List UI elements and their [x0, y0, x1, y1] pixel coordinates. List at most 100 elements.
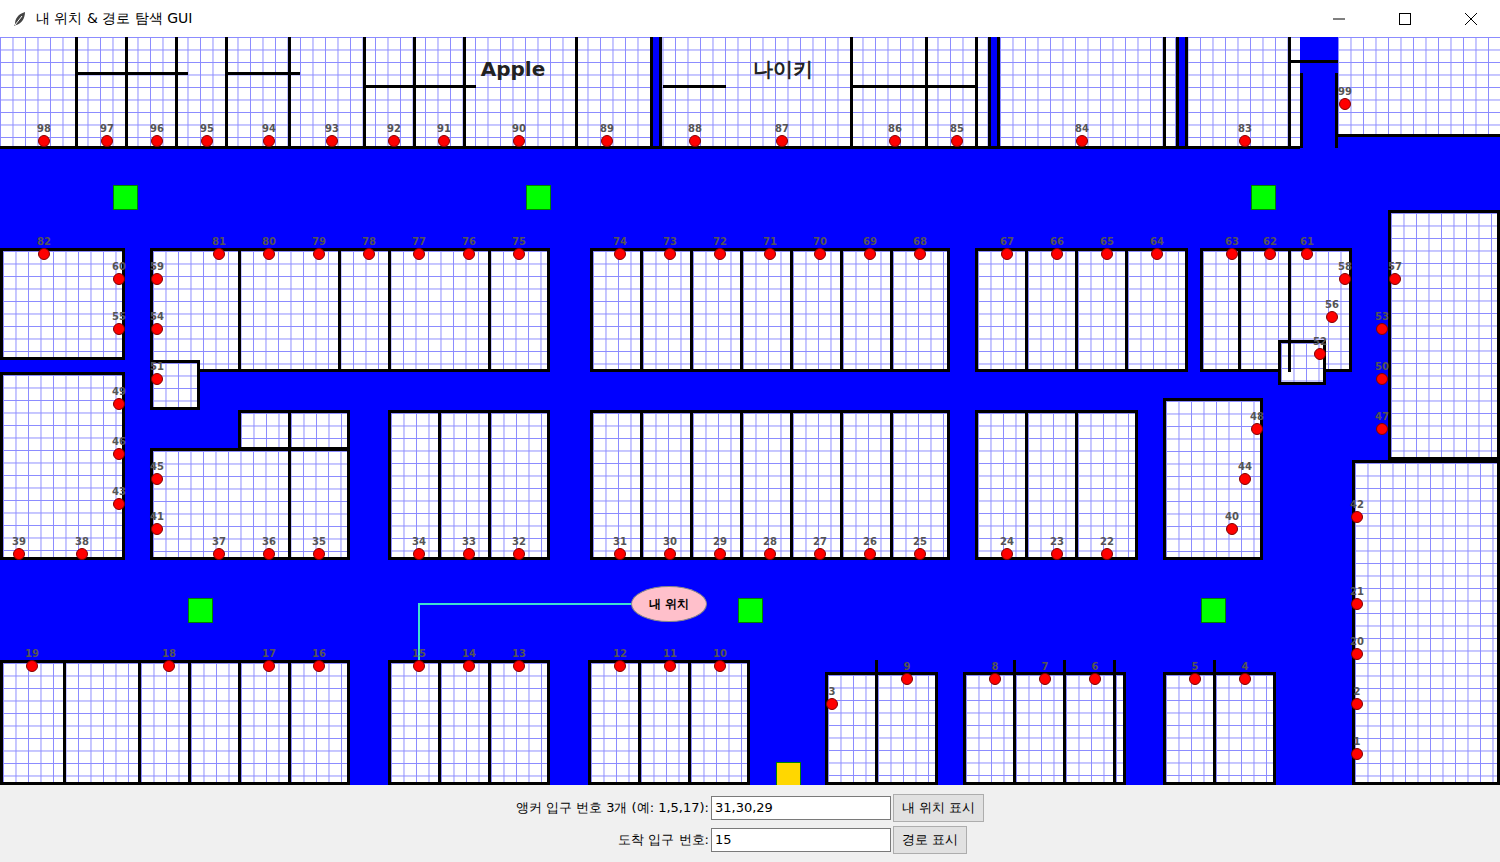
- locate-button[interactable]: 내 위치 표시: [893, 794, 984, 822]
- wall: [840, 410, 843, 560]
- entrance-label: 24: [1000, 536, 1014, 547]
- entrance-label: 83: [1238, 123, 1252, 134]
- anchor-input[interactable]: [711, 796, 891, 820]
- map-canvas[interactable]: Apple나이키12345678910111213141516171819202…: [0, 37, 1500, 785]
- entrance-label: 88: [688, 123, 702, 134]
- wall: [575, 37, 578, 148]
- wall: [388, 248, 391, 372]
- entrance-pin: [1001, 548, 1013, 560]
- wall: [890, 410, 893, 560]
- wall: [488, 660, 491, 785]
- store-block: [588, 660, 750, 785]
- destination-label: 도착 입구 번호:: [516, 830, 709, 850]
- entrance-label: 53: [1375, 311, 1389, 322]
- entrance-pin: [1051, 548, 1063, 560]
- entrance-pin: [1351, 698, 1363, 710]
- store-block: [388, 660, 550, 785]
- route-path: [0, 37, 1500, 785]
- destination-input[interactable]: [711, 828, 891, 852]
- entrance-pin: [513, 660, 525, 672]
- entrance-pin: [1351, 511, 1363, 523]
- entrance-label: 43: [112, 486, 126, 497]
- entrance-label: 40: [1225, 511, 1239, 522]
- entrance-label: 59: [150, 261, 164, 272]
- entrance-label: 23: [1050, 536, 1064, 547]
- entrance-label: 66: [1050, 236, 1064, 247]
- entrance-label: 58: [1338, 261, 1352, 272]
- entrance-label: 36: [262, 536, 276, 547]
- entrance-pin: [1239, 673, 1251, 685]
- wall: [438, 410, 441, 560]
- entrance-label: 57: [1388, 261, 1402, 272]
- entrance-label: 51: [150, 361, 164, 372]
- entrance-label: 67: [1000, 236, 1014, 247]
- wall: [1288, 60, 1338, 63]
- entrance-pin: [714, 248, 726, 260]
- entrance-label: 47: [1375, 411, 1389, 422]
- wall: [840, 248, 843, 372]
- entrance-pin: [26, 660, 38, 672]
- minimize-icon: [1333, 13, 1345, 25]
- entrance-pin: [614, 248, 626, 260]
- feather-icon: [12, 11, 28, 27]
- wall: [1113, 660, 1116, 785]
- entrance-pin: [1326, 311, 1338, 323]
- entrance-pin: [438, 135, 450, 147]
- wall: [850, 85, 975, 88]
- entrance-pin: [1226, 523, 1238, 535]
- entrance-pin: [213, 548, 225, 560]
- entrance-pin: [1101, 548, 1113, 560]
- entrance-label: 25: [913, 536, 927, 547]
- entrance-label: 74: [613, 236, 627, 247]
- entrance-pin: [76, 548, 88, 560]
- entrance-label: 65: [1100, 236, 1114, 247]
- entrance-pin: [263, 135, 275, 147]
- entrance-label: 79: [312, 236, 326, 247]
- entrance-label: 32: [512, 536, 526, 547]
- entrance-pin: [463, 548, 475, 560]
- entrance-pin: [814, 548, 826, 560]
- entrance-label: 49: [112, 386, 126, 397]
- entrance-label: 63: [1225, 236, 1239, 247]
- facility-marker: [1251, 185, 1276, 210]
- wall: [740, 248, 743, 372]
- entrance-pin: [1376, 323, 1388, 335]
- entrance-pin: [776, 135, 788, 147]
- entrance-label: 96: [150, 123, 164, 134]
- maximize-button[interactable]: [1376, 0, 1434, 37]
- entrance-pin: [1039, 673, 1051, 685]
- wall: [238, 660, 241, 785]
- wall: [1063, 660, 1066, 785]
- store-block: [825, 672, 938, 785]
- wall: [1213, 660, 1216, 785]
- wall: [1013, 660, 1016, 785]
- entrance-label: 99: [1338, 86, 1352, 97]
- store-block: [1352, 460, 1500, 785]
- title-bar: 내 위치 & 경로 탐색 GUI: [0, 0, 1500, 37]
- entrance-label: 56: [1325, 299, 1339, 310]
- wall: [488, 410, 491, 560]
- window-title: 내 위치 & 경로 탐색 GUI: [36, 8, 1302, 29]
- entrance-pin: [313, 548, 325, 560]
- route-button[interactable]: 경로 표시: [893, 826, 967, 854]
- entrance-label: 60: [112, 261, 126, 272]
- facility-marker: [776, 762, 801, 785]
- entrance-pin: [1051, 248, 1063, 260]
- wall: [1125, 248, 1128, 372]
- entrance-pin: [1351, 748, 1363, 760]
- entrance-pin: [201, 135, 213, 147]
- wall: [0, 146, 1300, 149]
- entrance-pin: [1101, 248, 1113, 260]
- entrance-label: 18: [162, 648, 176, 659]
- entrance-pin: [664, 248, 676, 260]
- minimize-button[interactable]: [1310, 0, 1368, 37]
- store-block: [1200, 248, 1352, 372]
- passage: [650, 37, 662, 148]
- close-button[interactable]: [1442, 0, 1500, 37]
- entrance-pin: [1389, 273, 1401, 285]
- entrance-label: 12: [613, 648, 627, 659]
- entrance-pin: [388, 135, 400, 147]
- wall: [663, 85, 726, 88]
- entrance-label: 4: [1242, 661, 1249, 672]
- entrance-pin: [313, 660, 325, 672]
